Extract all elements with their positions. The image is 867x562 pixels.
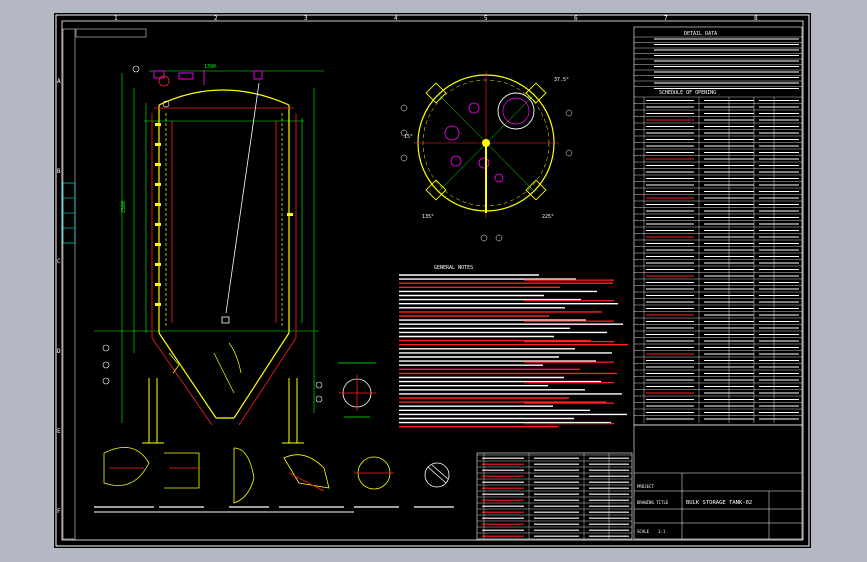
svg-text:1:1: 1:1 bbox=[658, 529, 666, 534]
drawing-sheet[interactable]: 1 2 3 4 5 6 7 8 A B C D E F 2500 1390 13… bbox=[54, 13, 811, 548]
svg-text:4: 4 bbox=[394, 15, 398, 22]
svg-text:DETAIL DATA: DETAIL DATA bbox=[684, 31, 717, 37]
svg-text:BULK STORAGE TANK-02: BULK STORAGE TANK-02 bbox=[686, 500, 752, 506]
svg-text:SCALE: SCALE bbox=[637, 529, 650, 534]
drawing-canvas: 1 2 3 4 5 6 7 8 A B C D E F 2500 1390 13… bbox=[55, 14, 810, 547]
svg-text:225°: 225° bbox=[542, 214, 554, 220]
title-block: PROJECT DRAWING TITLE BULK STORAGE TANK-… bbox=[633, 424, 803, 540]
svg-text:D: D bbox=[57, 348, 61, 355]
svg-text:5: 5 bbox=[484, 15, 488, 22]
svg-text:8: 8 bbox=[754, 15, 758, 22]
svg-text:PROJECT: PROJECT bbox=[637, 484, 654, 489]
svg-text:3: 3 bbox=[304, 15, 308, 22]
section-detail bbox=[338, 362, 376, 418]
right-table: DETAIL DATA SCHEDULE OF OPENING bbox=[633, 26, 803, 426]
svg-text:2: 2 bbox=[214, 15, 218, 22]
svg-text:SCHEDULE OF OPENING: SCHEDULE OF OPENING bbox=[659, 90, 716, 96]
left-strip bbox=[62, 28, 147, 540]
svg-text:F: F bbox=[57, 508, 61, 515]
svg-text:E: E bbox=[57, 428, 61, 435]
svg-text:15°: 15° bbox=[404, 134, 413, 140]
vessel-elevation: 2500 1390 bbox=[94, 64, 324, 444]
cad-viewport[interactable]: 1 2 3 4 5 6 7 8 A B C D E F 2500 1390 13… bbox=[0, 0, 867, 562]
svg-text:GENERAL NOTES: GENERAL NOTES bbox=[434, 265, 473, 271]
svg-text:135°: 135° bbox=[422, 214, 434, 220]
svg-text:1390: 1390 bbox=[204, 64, 216, 70]
svg-text:DRAWING TITLE: DRAWING TITLE bbox=[637, 500, 669, 505]
general-notes: GENERAL NOTES bbox=[399, 265, 628, 428]
grid-ruler-left: A B C D E F bbox=[57, 78, 61, 515]
parts-table bbox=[476, 452, 633, 540]
svg-text:7: 7 bbox=[664, 15, 668, 22]
svg-text:C: C bbox=[57, 258, 61, 265]
svg-text:37.5°: 37.5° bbox=[554, 77, 569, 83]
svg-text:A: A bbox=[57, 78, 61, 85]
svg-text:2500: 2500 bbox=[121, 201, 127, 213]
svg-text:6: 6 bbox=[574, 15, 578, 22]
svg-text:B: B bbox=[57, 168, 61, 175]
detail-views bbox=[103, 446, 450, 504]
svg-text:1: 1 bbox=[114, 15, 118, 22]
plan-view: 135° 225° 15° 37.5° bbox=[400, 71, 573, 242]
